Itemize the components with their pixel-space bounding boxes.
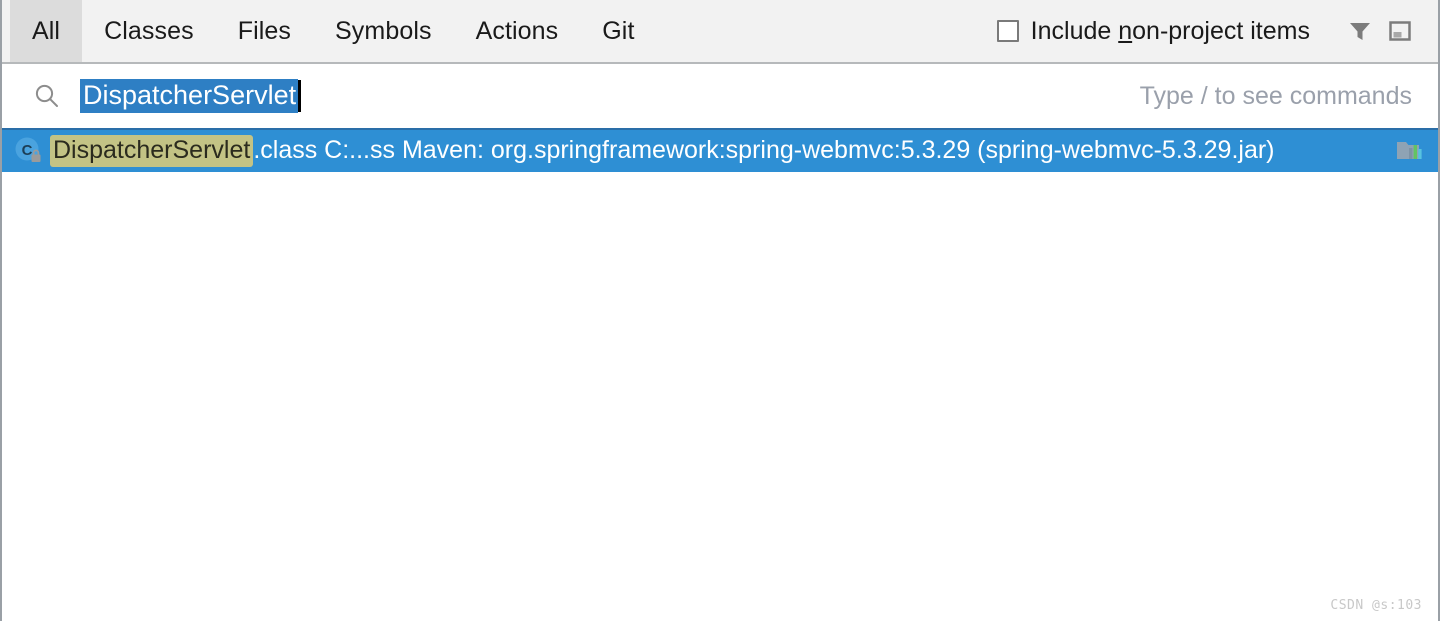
search-input[interactable]: DispatcherServlet: [80, 64, 1140, 128]
search-everywhere-dialog: All Classes Files Symbols Actions Git In…: [0, 0, 1440, 621]
tab-list: All Classes Files Symbols Actions Git: [2, 0, 657, 62]
result-row[interactable]: C DispatcherServlet .class C:...ss Maven:…: [2, 128, 1438, 172]
tab-all-label: All: [32, 16, 61, 45]
tab-symbols-label: Symbols: [335, 16, 432, 45]
checkbox-label-suffix: on-project items: [1132, 16, 1310, 45]
result-row-detail: .class C:...ss Maven: org.springframewor…: [253, 136, 1275, 164]
tab-classes[interactable]: Classes: [82, 0, 216, 62]
tab-symbols[interactable]: Symbols: [313, 0, 454, 62]
tab-git-label: Git: [602, 16, 635, 45]
tab-actions-label: Actions: [475, 16, 559, 45]
class-final-icon: C: [12, 134, 46, 168]
include-non-project-items-label: Include non-project items: [1031, 17, 1310, 46]
tab-classes-label: Classes: [104, 16, 194, 45]
text-caret: [298, 80, 302, 112]
svg-text:C: C: [22, 142, 33, 159]
watermark: CSDN @s:103: [1330, 598, 1422, 613]
checkbox-label-prefix: Include: [1030, 16, 1119, 45]
tab-git[interactable]: Git: [580, 0, 656, 62]
result-row-text: DispatcherServlet .class C:...ss Maven: o…: [50, 135, 1384, 167]
filter-icon[interactable]: [1340, 11, 1380, 51]
toggle-preview-icon[interactable]: [1380, 11, 1420, 51]
include-non-project-items-checkbox[interactable]: Include non-project items: [996, 17, 1310, 46]
search-hint: Type / to see commands: [1139, 81, 1412, 110]
results-list: C DispatcherServlet .class C:...ss Maven:…: [2, 128, 1438, 617]
tab-bar: All Classes Files Symbols Actions Git In…: [2, 0, 1438, 64]
tab-all[interactable]: All: [10, 0, 83, 62]
tab-files-label: Files: [237, 16, 292, 45]
tab-files[interactable]: Files: [216, 0, 313, 62]
search-row: DispatcherServlet Type / to see commands: [2, 64, 1438, 128]
search-input-value: DispatcherServlet: [80, 78, 299, 114]
checkbox-box[interactable]: [996, 20, 1019, 42]
library-icon: [1390, 134, 1430, 168]
search-icon: [32, 81, 62, 111]
tab-actions[interactable]: Actions: [454, 0, 581, 62]
result-match-highlight: DispatcherServlet: [50, 135, 254, 167]
tab-bar-controls: Include non-project items: [996, 0, 1438, 62]
checkbox-label-mnemonic: n: [1118, 16, 1133, 45]
